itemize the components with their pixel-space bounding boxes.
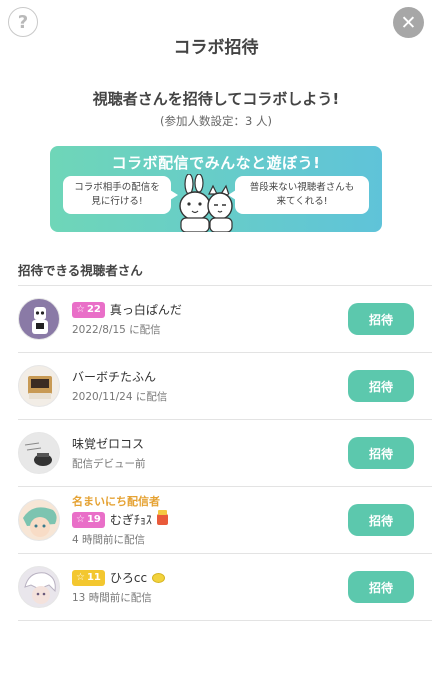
viewer-row: ☆ 22 真っ白ぱんだ 2022/8/15 に配信 招待: [18, 285, 432, 352]
collab-banner: コラボ配信でみんなと遊ぼう! コラボ相手の配信を 見に行ける! 普段来ない視聴者…: [50, 146, 382, 232]
viewer-name: ひろcc: [109, 571, 148, 585]
level-badge: ☆ 11: [72, 569, 105, 586]
viewer-info: ☆ 22 真っ白ぱんだ 2022/8/15 に配信: [72, 286, 342, 352]
fries-icon: [156, 510, 168, 525]
lemon-icon: [152, 572, 166, 583]
banner-bubble-left: コラボ相手の配信を 見に行ける!: [63, 176, 178, 214]
avatar[interactable]: [18, 298, 60, 340]
banner-title: コラボ配信でみんなと遊ぼう!: [111, 154, 321, 172]
viewer-name: むぎﾁｮｽ: [109, 513, 152, 527]
level-badge: ☆ 19: [72, 511, 105, 528]
invite-headline: 視聴者さんを招待してコラボしよう!: [92, 90, 340, 108]
question-icon: ?: [17, 11, 29, 33]
level-badge: ☆ 22: [72, 301, 105, 318]
viewer-row: ☆ 11 ひろcc 13 時間前に配信 招待: [18, 553, 432, 621]
daily-streamer-label: 名まいにち配信者: [72, 495, 160, 508]
viewer-name: 味覚ゼロコス: [72, 437, 145, 451]
invite-button[interactable]: 招待: [348, 303, 414, 335]
invite-button[interactable]: 招待: [348, 504, 414, 536]
avatar[interactable]: [18, 365, 60, 407]
viewer-row: 名まいにち配信者 ☆ 19 むぎﾁｮｽ 4 時間前に配信 招待: [18, 486, 432, 553]
page-title: コラボ招待: [173, 38, 259, 58]
viewer-list: ☆ 22 真っ白ぱんだ 2022/8/15 に配信 招待 バーボチたふん 202…: [18, 285, 432, 621]
star-icon: ☆: [76, 514, 85, 525]
viewer-last-stream: 配信デビュー前: [72, 458, 146, 470]
viewer-info: 名まいにち配信者 ☆ 19 むぎﾁｮｽ 4 時間前に配信: [72, 487, 342, 553]
viewer-name: バーボチたふん: [72, 370, 157, 384]
level-number: 19: [86, 514, 101, 525]
viewer-last-stream: 2020/11/24 に配信: [72, 391, 168, 403]
invite-button[interactable]: 招待: [348, 571, 414, 603]
viewer-row: 味覚ゼロコス 配信デビュー前 招待: [18, 419, 432, 486]
banner-left-line2: 見に行ける!: [91, 196, 143, 207]
banner-right-line2: 来てくれる!: [276, 196, 328, 207]
banner-bubble-right: 普段来ない視聴者さんも 来てくれる!: [228, 176, 369, 214]
invite-button[interactable]: 招待: [348, 437, 414, 469]
close-icon: ✕: [400, 11, 417, 34]
avatar[interactable]: [18, 499, 60, 541]
viewer-last-stream: 4 時間前に配信: [72, 534, 146, 546]
viewer-row: バーボチたふん 2020/11/24 に配信 招待: [18, 352, 432, 419]
viewer-last-stream: 2022/8/15 に配信: [72, 324, 161, 336]
section-label: 招待できる視聴者さん: [18, 263, 143, 278]
star-icon: ☆: [76, 572, 85, 583]
viewer-info: ☆ 11 ひろcc 13 時間前に配信: [72, 554, 342, 620]
mascot-illustration: [179, 174, 233, 232]
viewer-info: バーボチたふん 2020/11/24 に配信: [72, 353, 342, 419]
invite-button[interactable]: 招待: [348, 370, 414, 402]
level-number: 11: [86, 572, 101, 583]
viewer-name: 真っ白ぱんだ: [109, 303, 182, 317]
avatar[interactable]: [18, 432, 60, 474]
banner-right-line1: 普段来ない視聴者さんも: [249, 182, 355, 193]
viewer-last-stream: 13 時間前に配信: [72, 592, 152, 604]
star-icon: ☆: [76, 304, 85, 315]
banner-left-line1: コラボ相手の配信を: [74, 182, 160, 193]
participant-setting: (参加人数設定：3 人): [160, 114, 272, 128]
avatar[interactable]: [18, 566, 60, 608]
viewer-info: 味覚ゼロコス 配信デビュー前: [72, 420, 342, 486]
level-number: 22: [86, 304, 101, 315]
